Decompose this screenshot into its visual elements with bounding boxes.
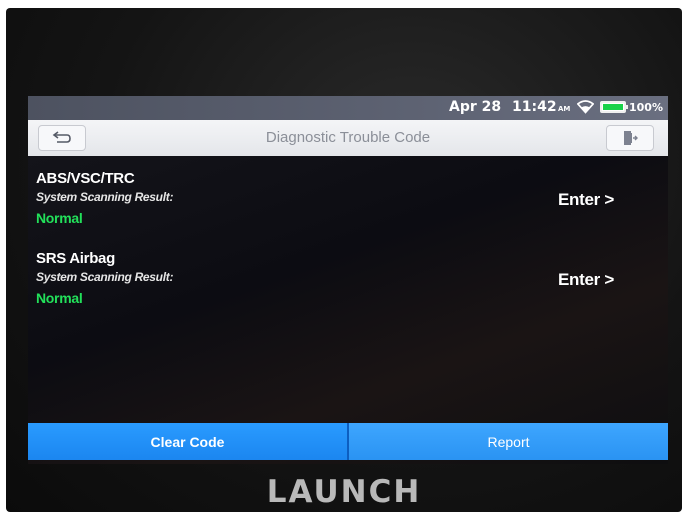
battery-terminal [626, 105, 628, 109]
title-bar: Diagnostic Trouble Code [28, 120, 668, 156]
module-name: ABS/VSC/TRC [36, 170, 135, 187]
status-bar: Apr 28 11:42 AM 100% [28, 96, 668, 120]
battery-level [603, 104, 623, 110]
bottom-button-bar: Clear Code Report [28, 423, 668, 460]
wifi-icon [577, 100, 594, 114]
exit-door-icon [624, 131, 638, 145]
page-title: Diagnostic Trouble Code [265, 129, 431, 146]
device-screen: Apr 28 11:42 AM 100% Diagnostic Trouble … [28, 96, 668, 464]
scan-status: Normal [36, 210, 83, 226]
exit-button[interactable] [606, 125, 654, 151]
status-time: 11:42 [512, 99, 557, 115]
module-name: SRS Airbag [36, 250, 115, 267]
enter-button-srs[interactable]: Enter > [558, 270, 614, 290]
enter-button-abs[interactable]: Enter > [558, 190, 614, 210]
scan-status: Normal [36, 290, 83, 306]
battery-icon [600, 101, 626, 113]
launch-logo: LAUNCH [266, 474, 422, 510]
status-date: Apr 28 [449, 99, 502, 115]
diagnostic-device: Apr 28 11:42 AM 100% Diagnostic Trouble … [6, 8, 682, 512]
battery-percent: 100% [629, 101, 663, 114]
module-srs-airbag: SRS Airbag System Scanning Result: Norma… [36, 250, 656, 322]
clear-code-button[interactable]: Clear Code [28, 423, 347, 460]
scan-result-label: System Scanning Result: [36, 270, 174, 284]
module-abs-vsc-trc: ABS/VSC/TRC System Scanning Result: Norm… [36, 170, 656, 242]
status-ampm: AM [558, 105, 571, 113]
report-button[interactable]: Report [349, 423, 668, 460]
scan-result-label: System Scanning Result: [36, 190, 174, 204]
